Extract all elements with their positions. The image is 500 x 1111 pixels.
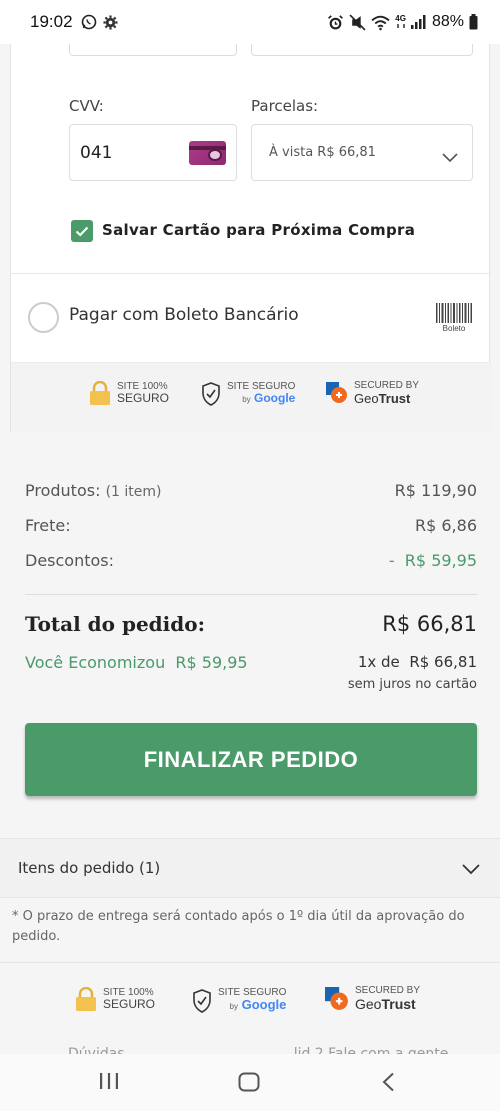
geotrust-logo-icon: [325, 986, 348, 1010]
back-icon[interactable]: [381, 1072, 395, 1096]
checkmark-icon: [75, 226, 89, 237]
footer-cut-text: Dúvidas ...lid 2 Fale com a gente: [68, 1046, 448, 1054]
status-time: 19:02: [30, 12, 73, 31]
footer-security-seals: SITE 100% SEGURO SITE SEGURO by Google S…: [0, 962, 500, 1052]
products-count: (1 item): [105, 484, 162, 500]
products-value: R$ 119,90: [394, 481, 477, 500]
recent-apps-icon[interactable]: [99, 1072, 119, 1094]
padlock-icon: [76, 987, 96, 1011]
security-seals: SITE 100% SEGURO SITE SEGURO by Google S…: [11, 362, 491, 432]
signal-icon: [410, 15, 427, 29]
seal-google-safe: SITE SEGURO by Google: [192, 987, 286, 1014]
total-row: Total do pedido: R$ 66,81: [25, 612, 477, 636]
cvv-value: 041: [80, 143, 113, 163]
divider: [11, 273, 491, 274]
seal-site-100: SITE 100% SEGURO: [89, 381, 169, 405]
summary-discount-row: Descontos: - R$ 59,95: [25, 551, 477, 570]
installment-note: sem juros no cartão: [347, 677, 477, 692]
save-card-checkbox[interactable]: [71, 220, 93, 242]
wifi-icon: [371, 14, 390, 31]
credit-card-icon: [189, 141, 226, 165]
seal-geotrust: SECURED BY GeoTrust: [325, 985, 420, 1012]
whatsapp-icon: [81, 14, 97, 30]
barcode-icon: Boleto: [435, 303, 473, 333]
vibrate-mute-icon: [349, 13, 366, 31]
order-items-label: Itens do pedido (1): [18, 859, 161, 877]
seal-google-safe: SITE SEGURO by Google: [201, 381, 295, 406]
discount-value: - R$ 59,95: [388, 551, 477, 570]
products-label: Produtos:: [25, 481, 101, 500]
discount-label: Descontos:: [25, 551, 115, 570]
order-items-accordion[interactable]: Itens do pedido (1): [0, 838, 500, 898]
shipping-label: Frete:: [25, 516, 71, 535]
finalize-order-button[interactable]: FINALIZAR PEDIDO: [25, 723, 477, 796]
summary-products-row: Produtos: (1 item) R$ 119,90: [25, 481, 477, 500]
summary-shipping-row: Frete: R$ 6,86: [25, 516, 477, 535]
savings-text: Você Economizou R$ 59,95: [25, 653, 248, 672]
battery-percent: 88%: [431, 13, 464, 30]
installments-select[interactable]: À vista R$ 66,81: [251, 124, 473, 181]
network-4g-icon: 4G: [395, 15, 406, 29]
installments-label: Parcelas:: [251, 97, 319, 115]
geotrust-logo-icon: [326, 382, 347, 403]
boleto-radio[interactable]: [28, 302, 59, 333]
cvv-input[interactable]: 041: [69, 124, 237, 181]
delivery-note: * O prazo de entrega será contado após o…: [12, 909, 465, 944]
divider: [25, 594, 477, 595]
settings-gear-icon: [103, 14, 118, 30]
installments-selected: À vista R$ 66,81: [269, 145, 376, 160]
padlock-icon: [90, 381, 110, 405]
save-card-label: Salvar Cartão para Próxima Compra: [102, 221, 416, 239]
boleto-label[interactable]: Pagar com Boleto Bancário: [69, 305, 299, 325]
shield-check-icon: [202, 381, 220, 406]
payment-card: CVV: 041 Parcelas: À vista R$ 66,81 Salv…: [10, 0, 491, 432]
alarm-icon: [327, 14, 344, 31]
shipping-value: R$ 6,86: [414, 516, 477, 535]
cvv-label: CVV:: [69, 97, 104, 115]
chevron-down-icon: [442, 148, 458, 167]
total-label: Total do pedido:: [25, 612, 205, 636]
installment-text: 1x de R$ 66,81: [357, 653, 477, 671]
home-icon[interactable]: [238, 1072, 260, 1096]
chevron-down-icon: [462, 860, 480, 879]
barcode-caption: Boleto: [442, 324, 466, 333]
battery-icon: [469, 14, 478, 30]
status-bar: 19:02 4G 88%: [0, 0, 500, 44]
shield-check-icon: [193, 988, 211, 1013]
android-nav-bar: [0, 1054, 500, 1111]
seal-site-100: SITE 100% SEGURO: [75, 987, 155, 1011]
total-value: R$ 66,81: [382, 612, 477, 636]
seal-geotrust: SECURED BY GeoTrust: [326, 380, 419, 406]
